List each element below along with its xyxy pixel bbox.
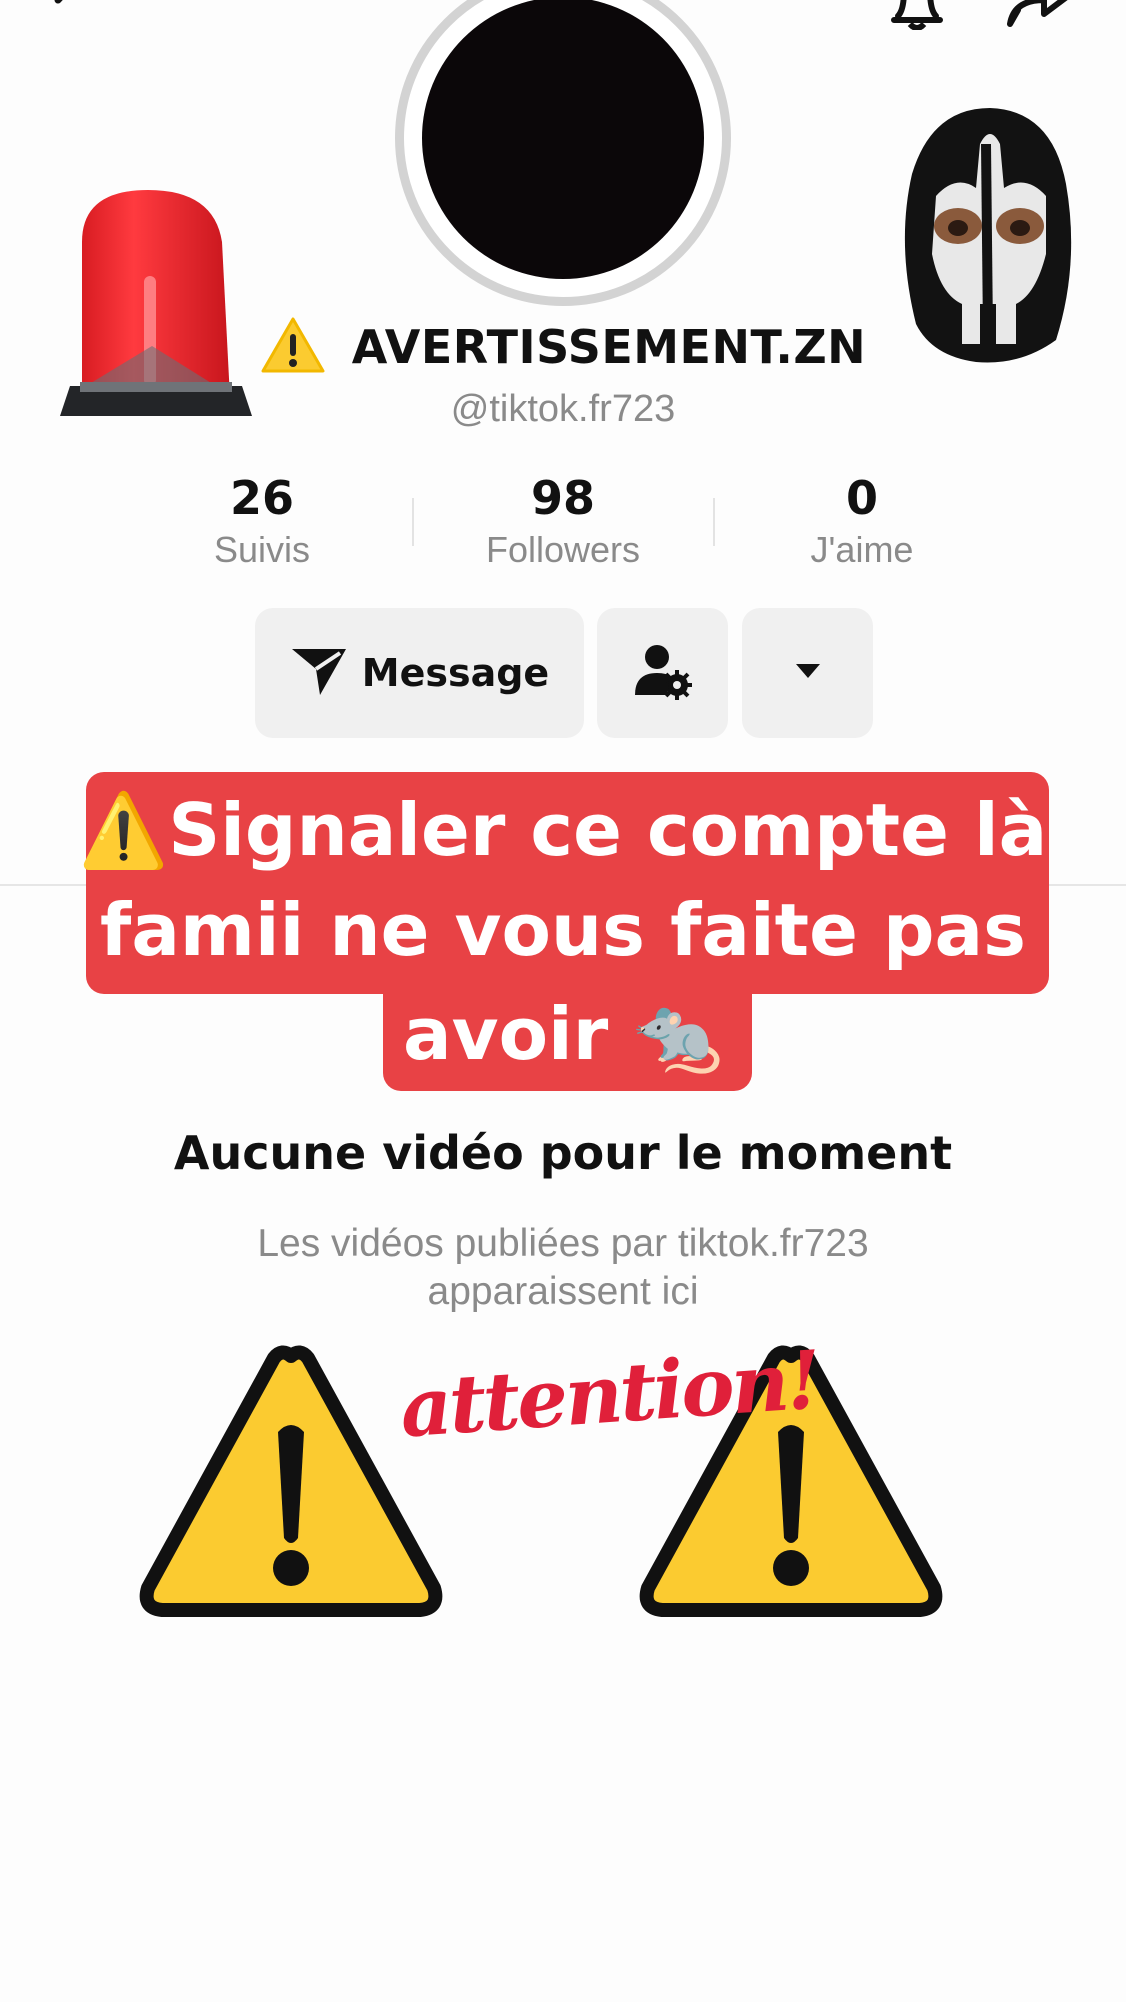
siren-sticker xyxy=(56,186,256,422)
username-handle: @tiktok.fr723 xyxy=(450,388,676,430)
stat-label: J'aime xyxy=(810,529,914,570)
empty-state-subtitle: Les vidéos publiées par tiktok.fr723 app… xyxy=(0,1220,1126,1316)
stat-followers[interactable]: 98 Followers xyxy=(433,470,693,574)
empty-state-subtitle-line: Les vidéos publiées par tiktok.fr723 xyxy=(257,1222,869,1265)
empty-state-subtitle-line: apparaissent ici xyxy=(427,1270,699,1313)
warning-icon xyxy=(260,316,326,379)
caption-line-1: ⚠️Signaler ce compte là xyxy=(78,788,1048,872)
profile-stats: 26 Suivis 98 Followers 0 J'aime xyxy=(0,470,1126,580)
stat-label: Suivis xyxy=(213,529,311,570)
stat-divider xyxy=(412,498,414,546)
stat-value: 0 xyxy=(845,471,878,525)
stat-likes[interactable]: 0 J'aime xyxy=(732,470,992,574)
back-icon[interactable] xyxy=(40,0,100,35)
stat-divider xyxy=(713,498,715,546)
message-button-label: Message xyxy=(361,651,550,695)
caret-down-icon xyxy=(794,662,822,685)
message-button[interactable]: Message xyxy=(255,608,584,738)
user-settings-icon xyxy=(633,641,693,706)
stat-value: 26 xyxy=(229,471,294,525)
user-settings-button[interactable] xyxy=(597,608,728,738)
more-options-button[interactable] xyxy=(742,608,873,738)
caption-line-3: avoir 🐀 xyxy=(403,992,723,1076)
caption-line-2: famii ne vous faite pas xyxy=(100,888,1026,972)
empty-state-title: Aucune vidéo pour le moment xyxy=(173,1126,953,1180)
send-icon xyxy=(290,645,348,702)
display-name: AVERTISSEMENT.ZN xyxy=(351,320,867,374)
stat-following[interactable]: 26 Suivis xyxy=(132,470,392,574)
display-name-row: AVERTISSEMENT.ZN xyxy=(0,312,1126,382)
share-icon[interactable] xyxy=(1004,0,1084,35)
avatar-image xyxy=(422,0,704,279)
bell-icon[interactable] xyxy=(888,0,948,35)
stat-label: Followers xyxy=(485,529,641,570)
profile-avatar[interactable] xyxy=(395,0,731,306)
stat-value: 98 xyxy=(530,471,595,525)
